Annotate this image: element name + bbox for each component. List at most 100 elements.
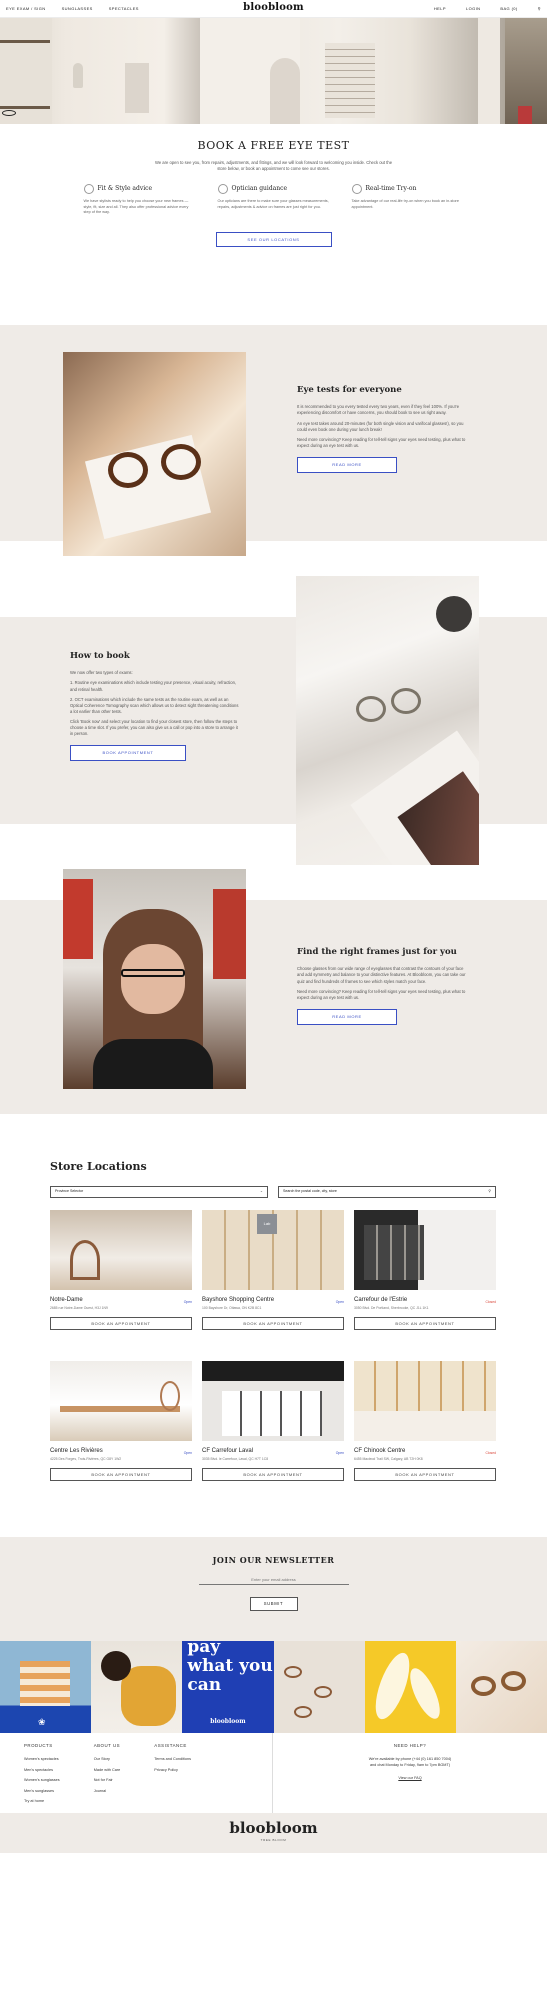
section-paragraph: Click 'Book now' and select your locatio… bbox=[70, 718, 238, 737]
nav-link-login[interactable]: LOGIN bbox=[466, 6, 480, 12]
search-icon: ⚲ bbox=[488, 1189, 491, 1194]
newsletter-email-input[interactable]: Enter your email address bbox=[198, 1577, 349, 1586]
promo-brand: bloobloom bbox=[210, 1718, 246, 1726]
footer-link[interactable]: Made with Care bbox=[94, 1768, 121, 1774]
logo[interactable]: bloobloom bbox=[243, 1, 304, 16]
footer-link[interactable]: Men's spectacles bbox=[24, 1768, 60, 1774]
store-shelf bbox=[213, 889, 246, 979]
newsletter-submit-button[interactable]: SUBMIT bbox=[249, 1597, 298, 1612]
store-name: Bayshore Shopping Centre bbox=[202, 1297, 275, 1303]
strip-photo-glasses-collection bbox=[273, 1641, 365, 1733]
store-card: CF Chinook Centre Closed 6455 Macleod Tra… bbox=[354, 1361, 496, 1481]
footer-link[interactable]: Not for Fair bbox=[94, 1778, 121, 1784]
footer-heading: ABOUT US bbox=[93, 1743, 121, 1748]
footer-link[interactable]: Try at home bbox=[24, 1799, 60, 1805]
faq-link[interactable]: View our FAQ bbox=[273, 1776, 547, 1782]
art-shape bbox=[404, 1664, 446, 1723]
footer-logo: bloobloom bbox=[229, 1819, 318, 1837]
book-appointment-button[interactable]: BOOK AN APPOINTMENT bbox=[202, 1316, 344, 1330]
book-appointment-button[interactable]: BOOK AN APPOINTMENT bbox=[354, 1316, 496, 1330]
flower-icon: ❀ bbox=[38, 1716, 46, 1727]
read-more-button[interactable]: READ MORE bbox=[297, 1008, 397, 1025]
book-appointment-button[interactable]: BOOK AN APPOINTMENT bbox=[50, 1316, 192, 1330]
building bbox=[20, 1661, 70, 1706]
strip-photo-tortoise-glasses bbox=[455, 1641, 547, 1733]
see-locations-button[interactable]: SEE OUR LOCATIONS bbox=[215, 231, 332, 248]
footer-link[interactable]: Journal bbox=[94, 1789, 121, 1795]
footer-link[interactable]: Women's sunglasses bbox=[24, 1778, 60, 1784]
store-photo bbox=[354, 1210, 496, 1290]
store-status: Open bbox=[183, 1450, 192, 1455]
shelf bbox=[0, 106, 50, 109]
section-title: Find the right frames just for you bbox=[297, 947, 457, 957]
eye-tests-block: Eye tests for everyone It is recommended… bbox=[297, 384, 467, 473]
store-search-placeholder: Search the postal code, city, store bbox=[283, 1189, 337, 1194]
glasses-icon bbox=[2, 110, 16, 116]
counter bbox=[354, 1411, 496, 1441]
mirror bbox=[70, 1240, 100, 1280]
feature-title: Fit & Style advice bbox=[97, 184, 153, 192]
store-name: Carrefour de l'Estrie bbox=[354, 1297, 408, 1303]
store-status: Open bbox=[183, 1299, 192, 1304]
glasses-icon bbox=[293, 1706, 312, 1718]
section-paragraph: Choose glasses from our wide range of ey… bbox=[297, 966, 466, 984]
instagram-strip: ❀ pay what you can bloobloom bbox=[0, 1641, 547, 1733]
book-appointment-button[interactable]: BOOK AN APPOINTMENT bbox=[50, 1467, 192, 1481]
search-icon[interactable]: ⚲ bbox=[538, 6, 541, 12]
nav-link-bag[interactable]: BAG (0) bbox=[500, 6, 517, 12]
province-select[interactable]: Province Selector ⌄ bbox=[50, 1186, 268, 1198]
photo-glasses-on-marble bbox=[296, 576, 479, 865]
feature-title: Real-time Try-on bbox=[365, 184, 417, 192]
feature-title: Optician guidance bbox=[231, 184, 288, 192]
candle bbox=[436, 596, 472, 632]
nav-link-sunglasses[interactable]: SUNGLASSES bbox=[62, 6, 93, 12]
store-card: CF Carrefour Laval Open 3035 Blvd. le Car… bbox=[202, 1361, 344, 1481]
section-paragraph: Need more convincing? Keep reading for t… bbox=[297, 988, 466, 1000]
read-more-button[interactable]: READ MORE bbox=[297, 456, 397, 473]
wall-panel bbox=[125, 63, 149, 113]
strip-promo-pay-what-you-can: pay what you can bloobloom bbox=[182, 1641, 274, 1733]
footer-link[interactable]: Privacy Policy bbox=[154, 1768, 191, 1774]
glasses-icon bbox=[500, 1671, 526, 1691]
shirt bbox=[93, 1039, 213, 1089]
hero-image bbox=[0, 18, 547, 124]
shelf bbox=[0, 40, 50, 43]
eye-test-section: BOOK A FREE EYE TEST We are open to see … bbox=[0, 124, 547, 248]
book-appointment-button[interactable]: BOOK APPOINTMENT bbox=[70, 745, 186, 761]
book-appointment-button[interactable]: BOOK AN APPOINTMENT bbox=[202, 1467, 344, 1481]
store-address: 100 Bayshore Dr, Ottawa, ON K2B 8C1 bbox=[202, 1305, 262, 1310]
footer-heading: PRODUCTS bbox=[24, 1743, 53, 1748]
mirror bbox=[160, 1381, 180, 1411]
glasses-lens bbox=[161, 444, 201, 480]
mirror-icon bbox=[351, 184, 362, 195]
eye-test-title: BOOK A FREE EYE TEST bbox=[197, 139, 350, 152]
feature-text: Our opticians are there to make sure you… bbox=[217, 199, 329, 209]
nav-link-eye-exam[interactable]: EYE EXAM / SIGN bbox=[6, 6, 46, 12]
section-title: How to book bbox=[70, 651, 130, 661]
strip-photo-yellow-art bbox=[364, 1641, 456, 1733]
glasses-icon bbox=[83, 184, 94, 195]
footer-about: ABOUT US Our Story Made with Care Not fo… bbox=[94, 1743, 121, 1813]
feature-text: We have stylists ready to help you choos… bbox=[83, 199, 189, 215]
footer-link[interactable]: Terms and Conditions bbox=[154, 1757, 191, 1763]
section-paragraph: 1. Routine eye examinations which includ… bbox=[70, 680, 237, 692]
store-address: 6455 Macleod Trail SW, Calgary, AB T2H 0… bbox=[354, 1456, 423, 1461]
store-name: Notre-Dame bbox=[50, 1297, 83, 1303]
store-status: Closed bbox=[485, 1450, 496, 1455]
store-photo bbox=[50, 1361, 192, 1441]
footer-link[interactable]: Our Story bbox=[94, 1757, 121, 1763]
nav-link-help[interactable]: HELP bbox=[434, 6, 446, 12]
footer-link[interactable]: Men's sunglasses bbox=[24, 1789, 60, 1795]
store-card: Centre Les Rivières Open 4225 Des Forges,… bbox=[50, 1361, 192, 1481]
footer-link[interactable]: Women's spectacles bbox=[24, 1757, 60, 1763]
newsletter-section: JOIN OUR NEWSLETTER Enter your email add… bbox=[0, 1537, 547, 1641]
store-address: 2685 rue Notre-Dame Ouest, H3J 1N9 bbox=[50, 1305, 108, 1310]
store-search-input[interactable]: Search the postal code, city, store ⚲ bbox=[278, 1186, 496, 1198]
table bbox=[60, 1406, 180, 1412]
glasses-icon bbox=[121, 969, 185, 977]
vase bbox=[73, 63, 83, 88]
book-appointment-button[interactable]: BOOK AN APPOINTMENT bbox=[354, 1467, 496, 1481]
nav-link-spectacles[interactable]: SPECTACLES bbox=[109, 6, 139, 12]
display-case bbox=[222, 1391, 322, 1436]
store-card: Notre-Dame Open 2685 rue Notre-Dame Ouest… bbox=[50, 1210, 192, 1330]
